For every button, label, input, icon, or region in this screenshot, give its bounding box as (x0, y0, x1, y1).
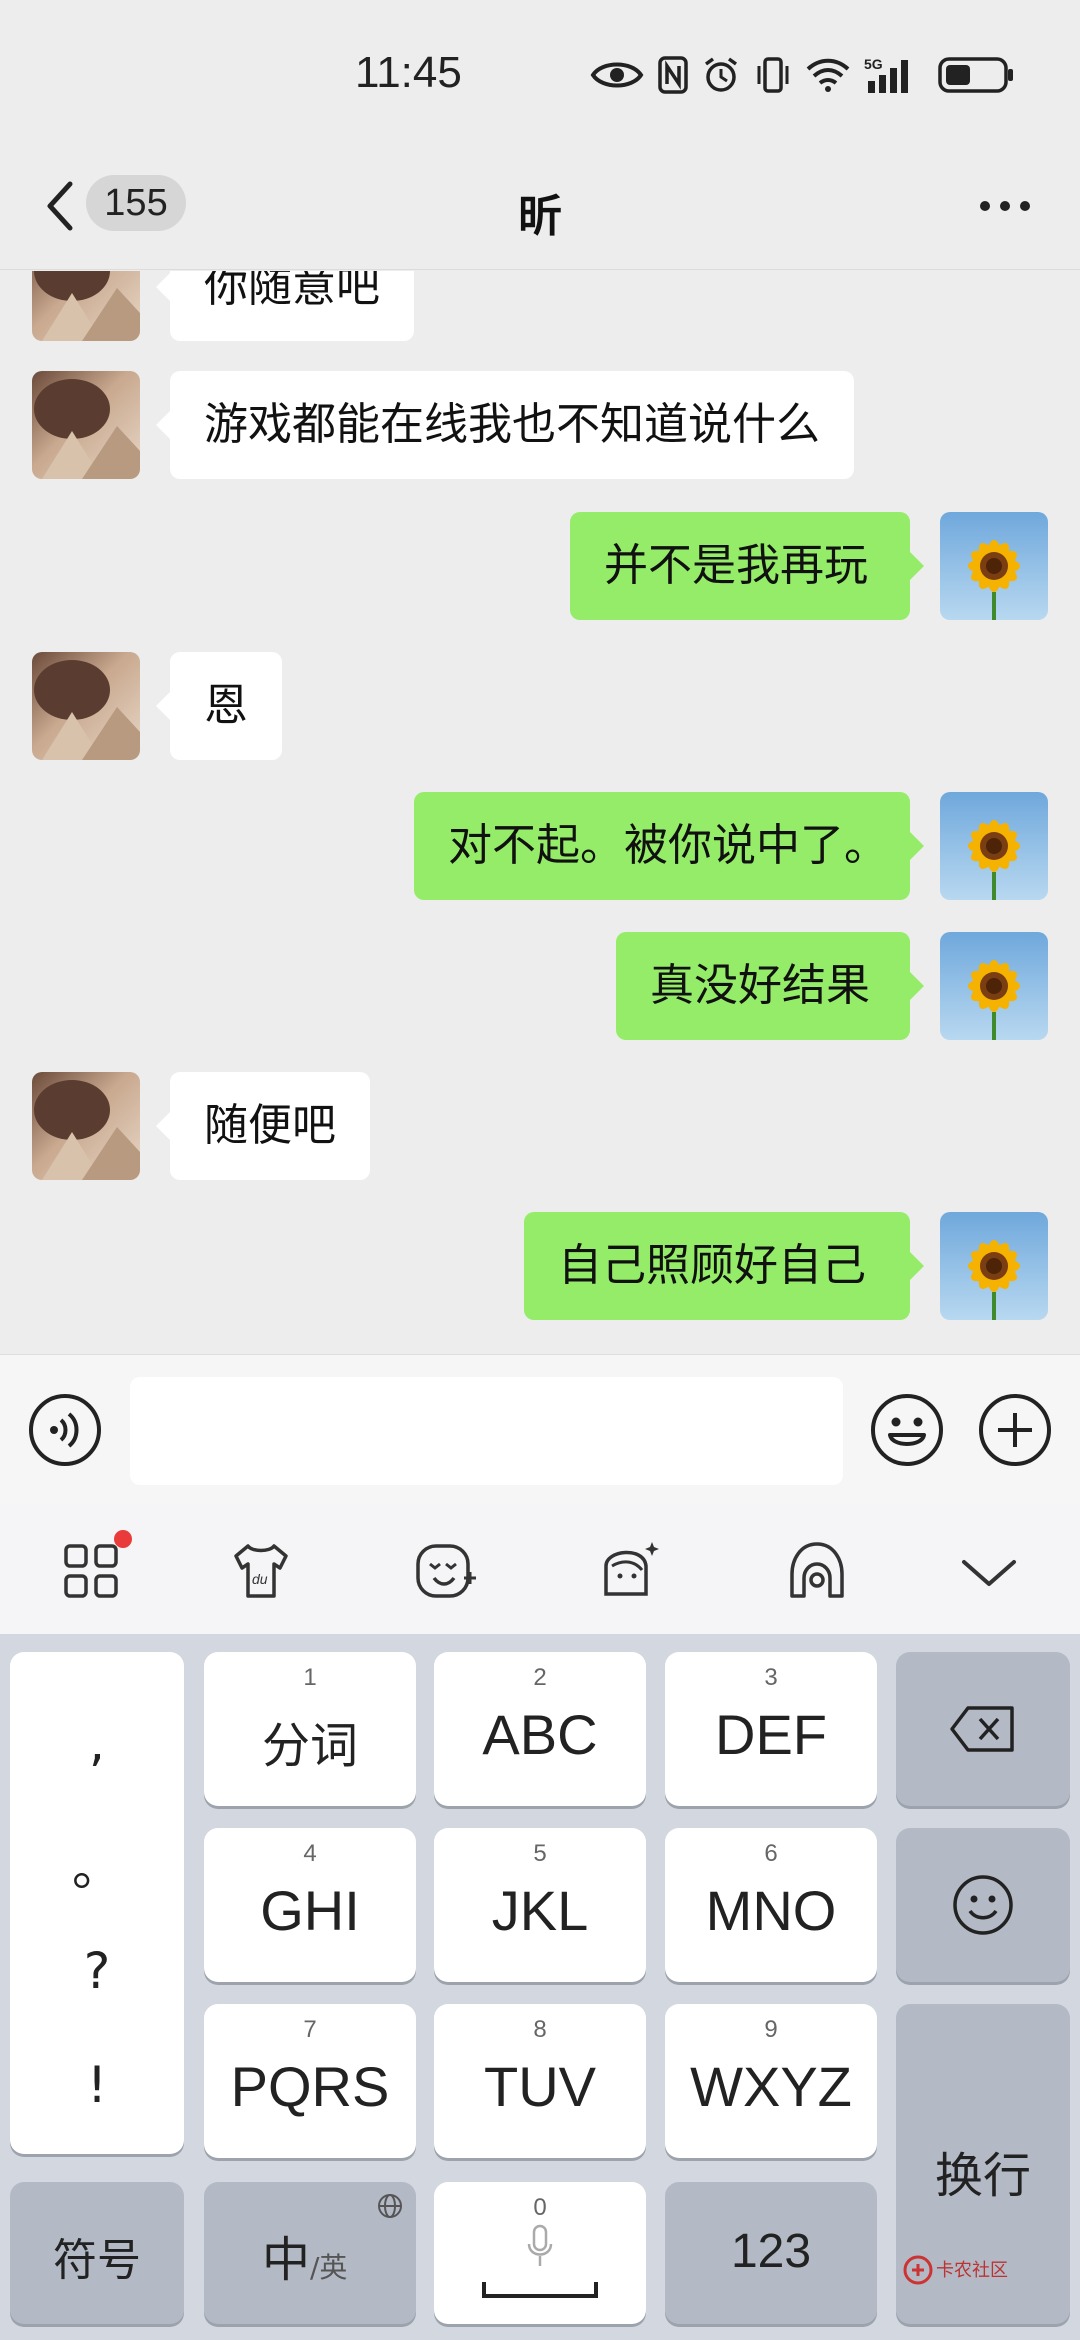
key-7-pqrs[interactable]: 7 PQRS (204, 2004, 416, 2158)
space-bar-icon (482, 2282, 598, 2298)
voice-input-button[interactable] (28, 1393, 102, 1467)
my-avatar[interactable] (940, 1212, 1048, 1320)
key-6-mno[interactable]: 6 MNO (665, 1828, 877, 1982)
smiley-icon (953, 1875, 1013, 1935)
emoticon-face-icon (416, 1544, 476, 1598)
message-bubble-received[interactable]: 游戏都能在线我也不知道说什么 (156, 371, 854, 479)
shirt-icon: du (234, 1544, 288, 1598)
my-avatar[interactable] (940, 932, 1048, 1040)
message-list[interactable]: 你随意吧 游戏都能在线我也不知道说什么 并不是我再玩 恩 对不起。被你说中了。 … (0, 271, 1080, 1354)
message-bubble-sent[interactable]: 真没好结果 (616, 932, 924, 1040)
status-time: 11:45 (355, 48, 462, 97)
more-actions-button[interactable] (978, 1393, 1052, 1467)
key-3-def[interactable]: 3 DEF (665, 1652, 877, 1806)
vibrate-icon (754, 56, 792, 98)
status-icons: 5G (590, 52, 1016, 102)
key-1-fenci[interactable]: 1 分词 (204, 1652, 416, 1806)
message-bubble-received[interactable]: 随便吧 (156, 1072, 370, 1180)
my-avatar[interactable] (940, 512, 1048, 620)
svg-text:5G: 5G (864, 56, 883, 72)
contact-avatar[interactable] (32, 652, 140, 760)
backspace-icon (950, 1706, 1014, 1752)
message-text-input[interactable] (130, 1377, 843, 1485)
girl-face-icon (604, 1542, 659, 1596)
punct-key-question[interactable]: ? (10, 1942, 184, 2000)
message-input-bar (0, 1354, 1080, 1504)
unread-count-badge[interactable]: 155 (86, 175, 186, 231)
key-2-abc[interactable]: 2 ABC (434, 1652, 646, 1806)
punctuation-column[interactable]: , 。 ? ! (10, 1652, 184, 2154)
svg-text:卡农社区: 卡农社区 (936, 2260, 1008, 2281)
key-5-jkl[interactable]: 5 JKL (434, 1828, 646, 1982)
space-key[interactable]: 0 (434, 2182, 646, 2324)
chevron-down-icon (962, 1560, 1016, 1586)
alarm-icon (702, 56, 740, 98)
more-dots-icon (980, 201, 1030, 211)
contact-avatar[interactable] (32, 371, 140, 479)
eye-icon (590, 58, 644, 96)
message-bubble-sent[interactable]: 对不起。被你说中了。 (414, 792, 924, 900)
globe-icon (378, 2194, 402, 2218)
smiley-icon (871, 1394, 943, 1466)
watermark-logo: 卡农社区 (902, 2248, 1032, 2292)
microphone-icon (527, 2224, 553, 2266)
battery-icon (938, 56, 1016, 98)
voice-icon (29, 1394, 101, 1466)
signal-5g-icon: 5G (864, 55, 924, 99)
backspace-key[interactable] (896, 1652, 1070, 1806)
emoji-button[interactable] (870, 1393, 944, 1467)
chevron-left-icon (47, 181, 73, 231)
wifi-icon (806, 57, 850, 97)
notification-dot (114, 1530, 132, 1548)
t9-keyboard: , 。 ? ! 1 分词 2 ABC 3 DEF 4 GHI 5 JKL 6 M… (0, 1634, 1080, 2340)
punct-key-period[interactable]: 。 (10, 1828, 184, 1900)
pen-logo-icon (790, 1542, 844, 1598)
grid-icon (64, 1544, 118, 1598)
my-avatar[interactable] (940, 792, 1048, 900)
svg-text:du: du (252, 1571, 268, 1587)
keyboard-menu-button[interactable] (56, 1530, 132, 1606)
message-bubble-received[interactable]: 恩 (156, 652, 282, 760)
message-bubble-sent[interactable]: 并不是我再玩 (570, 512, 924, 620)
key-8-tuv[interactable]: 8 TUV (434, 2004, 646, 2158)
keyboard-skin-button[interactable]: du (226, 1536, 296, 1606)
nfc-icon (658, 56, 688, 98)
avatar-sticker-button[interactable] (594, 1536, 664, 1606)
chat-header: 155 昕 (0, 150, 1080, 270)
emoticon-button[interactable] (410, 1536, 480, 1606)
emoji-key[interactable] (896, 1828, 1070, 1982)
key-4-ghi[interactable]: 4 GHI (204, 1828, 416, 1982)
numbers-key[interactable]: 123 (665, 2182, 877, 2324)
punct-key-comma[interactable]: , (10, 1714, 184, 1772)
keyboard-toolbar: du (0, 1504, 1080, 1634)
symbols-key[interactable]: 符号 (10, 2182, 184, 2324)
contact-avatar[interactable] (32, 271, 140, 341)
back-button[interactable] (40, 176, 80, 236)
handwriting-button[interactable] (782, 1536, 852, 1606)
punct-key-exclaim[interactable]: ! (10, 2056, 184, 2114)
key-9-wxyz[interactable]: 9 WXYZ (665, 2004, 877, 2158)
more-options-button[interactable] (975, 196, 1035, 216)
message-bubble-received[interactable]: 你随意吧 (156, 271, 414, 341)
message-bubble-sent[interactable]: 自己照顾好自己 (524, 1212, 924, 1320)
status-bar: 11:45 5G (0, 0, 1080, 150)
plus-icon (979, 1394, 1051, 1466)
language-switch-key[interactable]: 中 /英 (204, 2182, 416, 2324)
contact-avatar[interactable] (32, 1072, 140, 1180)
collapse-keyboard-button[interactable] (954, 1536, 1024, 1606)
